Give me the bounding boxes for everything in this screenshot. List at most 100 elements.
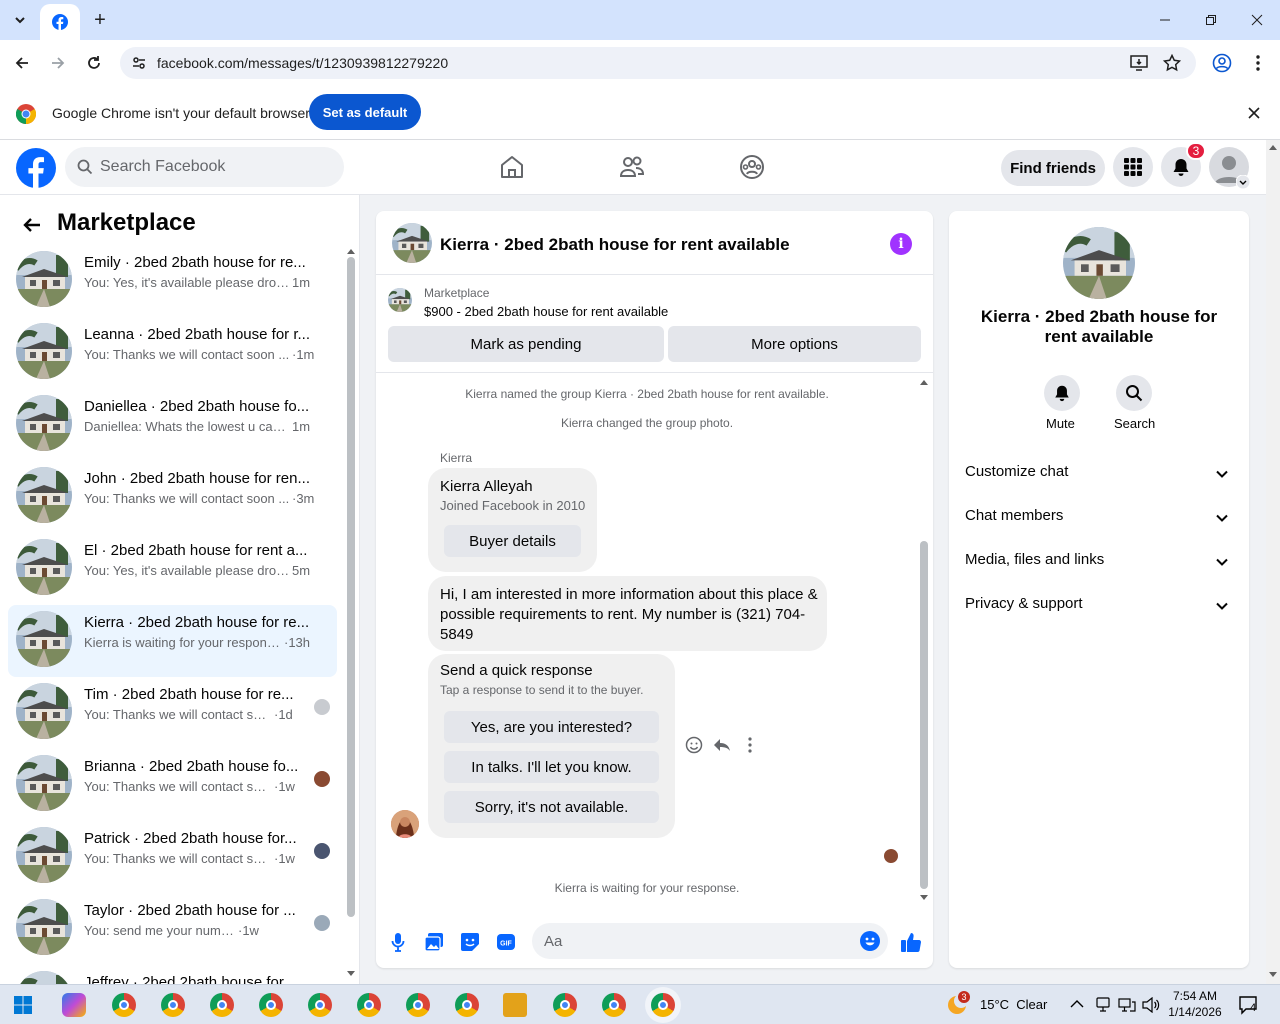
chat-info-section[interactable]: Media, files and links xyxy=(965,551,1233,575)
conversation-item[interactable]: Daniellea · 2bed 2bath house fo... Daniel… xyxy=(8,389,337,461)
message-input[interactable]: Aa xyxy=(532,923,888,959)
bookmark-star-icon[interactable] xyxy=(1163,54,1181,72)
like-button[interactable] xyxy=(899,930,923,954)
mark-as-pending-button[interactable]: Mark as pending xyxy=(388,326,664,362)
more-actions-icon[interactable] xyxy=(742,736,758,754)
windows-start-icon[interactable] xyxy=(14,996,32,1014)
chrome-app-icon[interactable] xyxy=(259,993,283,1017)
close-infobar-icon[interactable] xyxy=(1248,107,1260,119)
conversation-item[interactable]: Taylor · 2bed 2bath house for ... You: se… xyxy=(8,893,337,965)
conversation-avatar xyxy=(16,323,72,379)
more-options-button[interactable]: More options xyxy=(668,326,921,362)
facebook-tab[interactable] xyxy=(40,4,80,40)
copilot-icon[interactable] xyxy=(62,993,86,1017)
search-facebook-input[interactable]: Search Facebook xyxy=(65,147,344,187)
chat-info-section[interactable]: Chat members xyxy=(965,507,1233,531)
scroll-up-icon[interactable] xyxy=(346,247,356,255)
quick-response-not-available[interactable]: Sorry, it's not available. xyxy=(444,791,659,823)
quick-response-in-talks[interactable]: In talks. I'll let you know. xyxy=(444,751,659,783)
conversation-item[interactable]: Jeffrey · 2bed 2bath house for... xyxy=(8,965,337,984)
nav-friends[interactable] xyxy=(617,152,647,182)
set-as-default-button[interactable]: Set as default xyxy=(309,94,421,130)
listing-title[interactable]: $900 - 2bed 2bath house for rent availab… xyxy=(424,304,668,319)
restore-button[interactable] xyxy=(1188,0,1234,40)
emoji-icon[interactable] xyxy=(860,931,880,951)
tab-search-button[interactable] xyxy=(6,8,34,32)
chrome-app-icon[interactable] xyxy=(161,993,185,1017)
url-text[interactable]: facebook.com/messages/t/1230939812279220 xyxy=(157,55,448,71)
listing-thumbnail[interactable] xyxy=(388,288,412,312)
meet-now-icon[interactable] xyxy=(1095,997,1111,1013)
chrome-logo-icon xyxy=(16,104,36,124)
site-info-icon[interactable] xyxy=(131,55,147,71)
voice-clip-button[interactable] xyxy=(388,932,408,952)
reply-icon[interactable] xyxy=(713,737,731,753)
kebab-menu-icon[interactable] xyxy=(1250,53,1266,73)
chat-scrollbar[interactable] xyxy=(920,541,928,889)
network-icon[interactable] xyxy=(1118,997,1136,1013)
chrome-app-icon[interactable] xyxy=(651,993,675,1017)
weather-text[interactable]: 15°C Clear xyxy=(980,997,1047,1012)
page-scroll-down-icon[interactable] xyxy=(1269,972,1277,978)
info-icon[interactable]: i xyxy=(890,233,912,255)
chat-title[interactable]: Kierra · 2bed 2bath house for rent avail… xyxy=(440,235,790,255)
close-window-button[interactable] xyxy=(1234,0,1280,40)
chat-scroll-down-icon[interactable] xyxy=(919,894,929,902)
chrome-app-icon[interactable] xyxy=(406,993,430,1017)
profile-icon[interactable] xyxy=(1212,53,1232,73)
mute-button[interactable] xyxy=(1044,375,1080,411)
scroll-down-icon[interactable] xyxy=(346,970,356,978)
forward-button[interactable] xyxy=(46,51,70,75)
back-arrow-icon[interactable] xyxy=(20,213,44,237)
chrome-app-icon[interactable] xyxy=(357,993,381,1017)
nav-groups[interactable] xyxy=(737,152,767,182)
tray-overflow-icon[interactable] xyxy=(1070,999,1084,1009)
clock[interactable]: 7:54 AM 1/14/2026 xyxy=(1164,988,1226,1020)
chrome-app-icon[interactable] xyxy=(210,993,234,1017)
page-scrollbar[interactable] xyxy=(1266,140,1280,984)
page-scroll-up-icon[interactable] xyxy=(1269,144,1277,150)
volume-icon[interactable] xyxy=(1142,997,1160,1013)
buyer-details-button[interactable]: Buyer details xyxy=(444,525,581,557)
nav-home[interactable] xyxy=(497,152,527,182)
find-friends-button[interactable]: Find friends xyxy=(1001,150,1105,186)
conversation-item[interactable]: Leanna · 2bed 2bath house for r... You: T… xyxy=(8,317,337,389)
sender-avatar[interactable] xyxy=(391,810,419,838)
sticker-button[interactable] xyxy=(460,932,480,952)
minimize-button[interactable] xyxy=(1142,0,1188,40)
conversation-list-scrollbar[interactable] xyxy=(347,257,355,917)
gif-button[interactable]: GIF xyxy=(496,932,516,952)
conversation-item[interactable]: El · 2bed 2bath house for rent a... You: … xyxy=(8,533,337,605)
browser-toolbar: facebook.com/messages/t/1230939812279220 xyxy=(0,40,1280,86)
chrome-app-icon[interactable] xyxy=(308,993,332,1017)
chrome-app-icon[interactable] xyxy=(455,993,479,1017)
back-button[interactable] xyxy=(10,51,34,75)
react-emoji-icon[interactable] xyxy=(685,736,703,754)
reload-button[interactable] xyxy=(82,51,106,75)
address-bar[interactable]: facebook.com/messages/t/1230939812279220 xyxy=(120,47,1196,79)
house-photo-icon xyxy=(16,467,72,523)
conversation-item[interactable]: Emily · 2bed 2bath house for re... You: Y… xyxy=(8,245,337,317)
file-explorer-icon[interactable] xyxy=(503,993,527,1017)
quick-response-yes[interactable]: Yes, are you interested? xyxy=(444,711,659,743)
account-chevron-icon[interactable] xyxy=(1236,175,1250,189)
chat-info-section[interactable]: Privacy & support xyxy=(965,595,1233,619)
chat-info-avatar[interactable] xyxy=(1063,227,1135,299)
install-app-icon[interactable] xyxy=(1130,55,1148,71)
conversation-item[interactable]: Kierra · 2bed 2bath house for re... Kierr… xyxy=(8,605,337,677)
chat-scroll-up-icon[interactable] xyxy=(919,378,929,386)
conversation-item[interactable]: Tim · 2bed 2bath house for re... You: Tha… xyxy=(8,677,337,749)
conversation-item[interactable]: John · 2bed 2bath house for ren... You: T… xyxy=(8,461,337,533)
chrome-app-icon[interactable] xyxy=(553,993,577,1017)
attach-photo-button[interactable] xyxy=(424,932,444,952)
chrome-app-icon[interactable] xyxy=(112,993,136,1017)
chat-avatar[interactable] xyxy=(392,223,432,263)
menu-button[interactable] xyxy=(1113,147,1153,187)
search-in-chat-button[interactable] xyxy=(1116,375,1152,411)
new-tab-button[interactable]: + xyxy=(88,8,112,32)
facebook-logo[interactable] xyxy=(16,148,56,188)
conversation-item[interactable]: Patrick · 2bed 2bath house for... You: Th… xyxy=(8,821,337,893)
conversation-item[interactable]: Brianna · 2bed 2bath house fo... You: Tha… xyxy=(8,749,337,821)
chat-info-section[interactable]: Customize chat xyxy=(965,463,1233,487)
chrome-app-icon[interactable] xyxy=(602,993,626,1017)
